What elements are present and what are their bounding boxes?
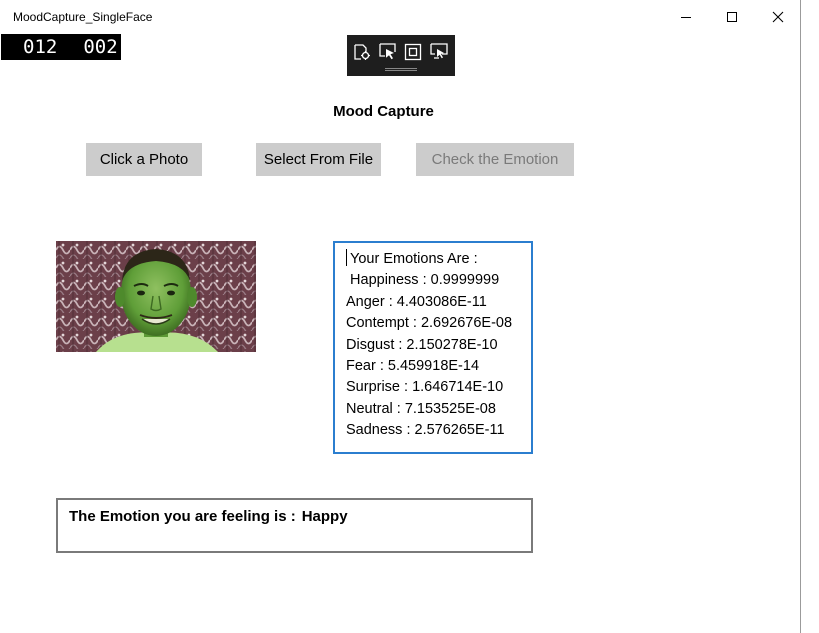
emotion-result-textbox[interactable]: The Emotion you are feeling is : Happy <box>56 498 533 553</box>
emotion-line-fear: Fear : 5.459918E-14 <box>346 357 480 374</box>
close-button[interactable] <box>755 0 801 33</box>
emotion-line-sadness: Sadness : 2.576265E-11 <box>346 422 505 439</box>
emotion-line-surprise: Surprise : 1.646714E-10 <box>346 379 504 396</box>
minimize-button[interactable] <box>663 0 709 33</box>
emotion-line-disgust: Disgust : 2.150278E-10 <box>346 336 498 353</box>
page-title: Mood Capture <box>333 103 434 120</box>
emotions-header: Your Emotions Are : <box>350 251 478 267</box>
maximize-icon <box>727 11 737 22</box>
app-window: MoodCapture_SingleFace 012 002 Mood Capt… <box>0 0 801 633</box>
minimize-icon <box>681 16 691 18</box>
emotion-line-happiness: Happiness : 0.9999999 <box>346 272 500 289</box>
click-photo-button[interactable]: Click a Photo <box>86 143 202 176</box>
frame-counter-right: 002 <box>83 36 118 58</box>
emotion-line-neutral: Neutral : 7.153525E-08 <box>346 400 496 417</box>
emotion-line-anger: Anger : 4.403086E-11 <box>346 293 487 310</box>
emotions-header-line: Your Emotions Are : <box>346 249 531 270</box>
select-element-icon[interactable] <box>379 43 397 61</box>
text-caret <box>346 249 347 266</box>
maximize-button[interactable] <box>709 0 755 33</box>
debug-toolbar[interactable] <box>347 35 455 76</box>
emotion-line-contempt: Contempt : 2.692676E-08 <box>346 315 513 332</box>
track-focus-icon[interactable] <box>430 43 448 61</box>
emotions-textbox[interactable]: Your Emotions Are : Happiness : 0.999999… <box>333 241 533 454</box>
title-bar[interactable]: MoodCapture_SingleFace <box>0 0 801 33</box>
frame-rate-counter: 012 002 <box>1 34 121 60</box>
display-layout-adorners-icon[interactable] <box>404 43 422 61</box>
captured-photo <box>56 241 256 352</box>
result-value: Happy <box>301 508 348 525</box>
check-emotion-button[interactable]: Check the Emotion <box>416 143 574 176</box>
toolbar-grip[interactable] <box>385 68 417 71</box>
frame-counter-left: 012 <box>23 36 58 58</box>
live-visual-tree-icon[interactable] <box>353 43 371 61</box>
window-title: MoodCapture_SingleFace <box>13 10 153 24</box>
result-label: The Emotion you are feeling is : <box>69 508 296 525</box>
close-icon <box>772 11 784 22</box>
select-from-file-button[interactable]: Select From File <box>256 143 381 176</box>
